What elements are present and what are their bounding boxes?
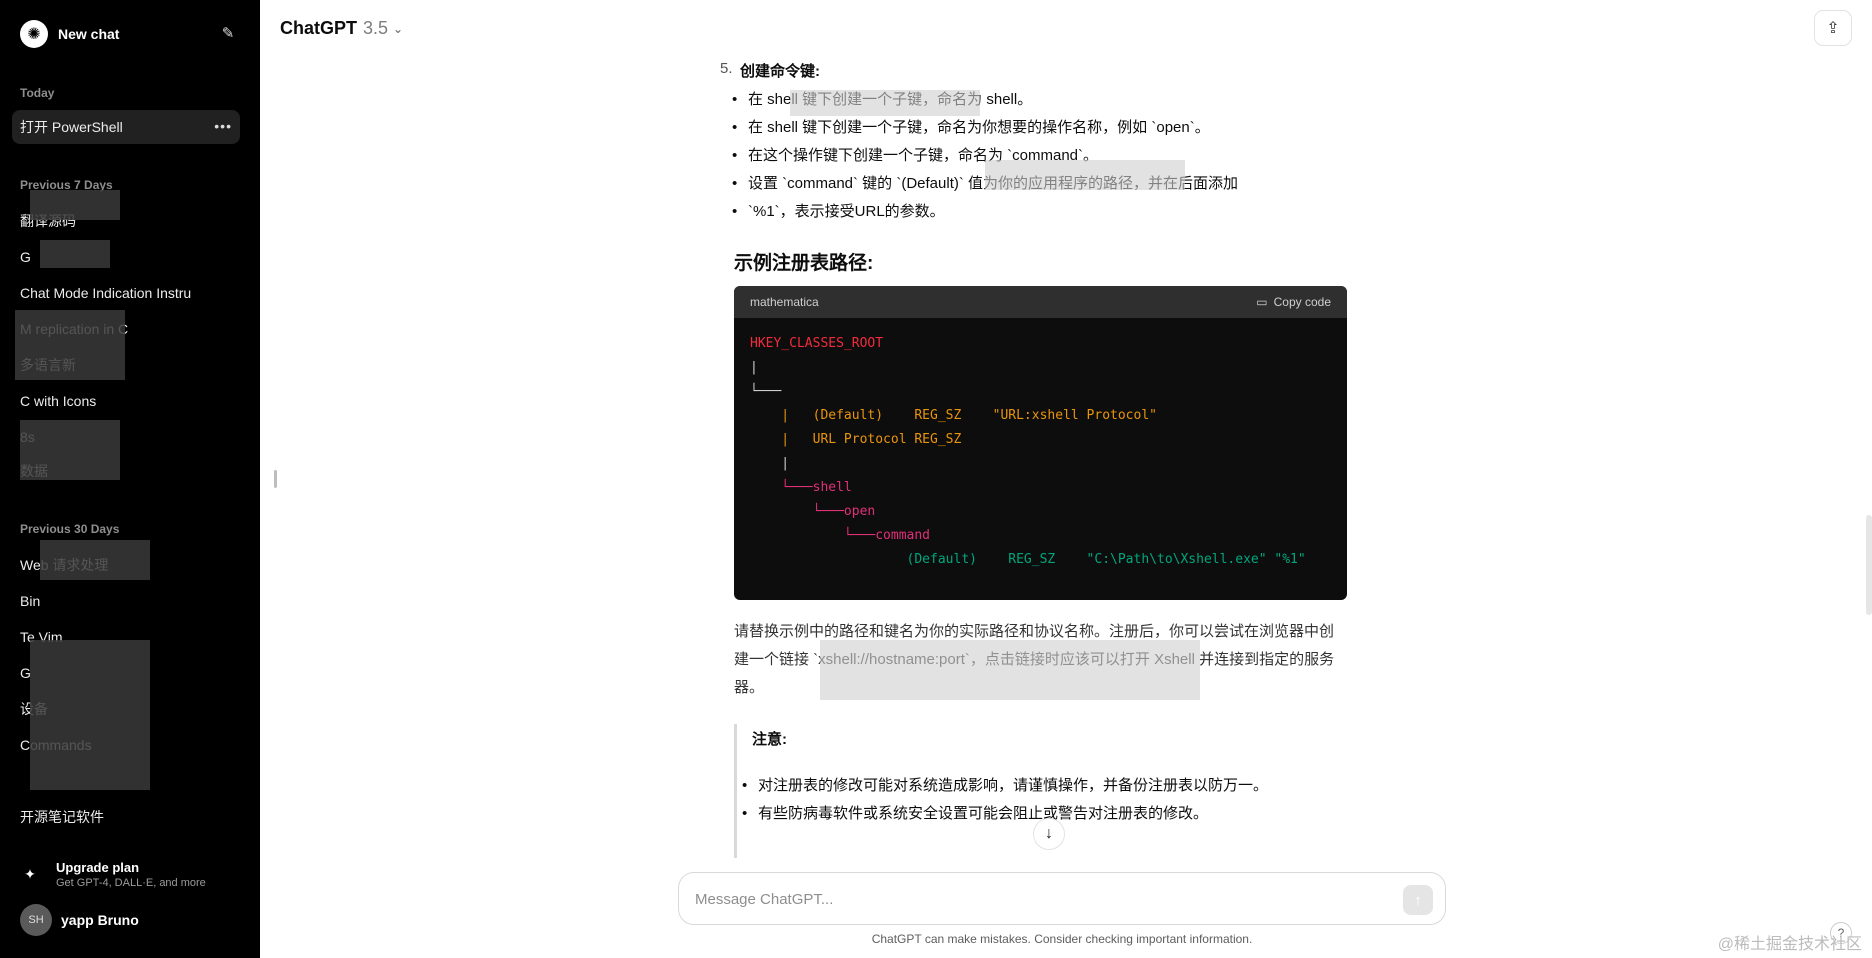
copy-code-button[interactable]: ▭ Copy code [1256, 295, 1331, 309]
upgrade-plan-button[interactable]: ✦ Upgrade plan Get GPT-4, DALL·E, and mo… [12, 852, 248, 896]
message-composer: ↑ [678, 872, 1446, 925]
list-item: 在 shell 键下创建一个子键，命名为你想要的操作名称，例如 `open`。 [732, 114, 1210, 142]
code-line: └───shell [750, 480, 852, 495]
code-line: └───open [750, 504, 876, 519]
sidebar-item-label: 打开 PowerShell [20, 119, 123, 135]
new-chat-button[interactable]: ✺ New chat ✎ [12, 14, 248, 54]
watermark: @稀土掘金技术社区 [1717, 936, 1862, 953]
code-line: └─── [750, 384, 782, 399]
more-options-icon[interactable]: ••• [214, 118, 232, 134]
redaction-blob [20, 420, 120, 480]
sidebar-item[interactable]: C with Icons [12, 384, 240, 418]
list-item: 对注册表的修改可能对系统造成影响，请谨慎操作，并备份注册表以防万一。 [742, 772, 1268, 800]
arrow-up-icon: ↑ [1414, 891, 1422, 909]
share-button[interactable]: ⇪ [1814, 10, 1852, 46]
code-line: └───command [750, 528, 931, 543]
user-name: yapp Bruno [61, 912, 139, 928]
clipboard-icon: ▭ [1256, 295, 1268, 309]
sidebar-resize-handle[interactable] [274, 470, 277, 488]
blockquote-bar [734, 724, 737, 858]
user-menu[interactable]: SH yapp Bruno [12, 900, 248, 940]
code-language: mathematica [750, 295, 819, 309]
code-line: HKEY_CLASSES_ROOT [750, 336, 884, 351]
redaction-blob [820, 640, 1200, 700]
copy-code-label: Copy code [1273, 295, 1331, 309]
message-input[interactable] [695, 885, 1375, 913]
openai-logo-icon: ✺ [20, 20, 48, 48]
sidebar-item[interactable]: Chat Mode Indication Instru [12, 276, 240, 310]
model-version: 3.5 [363, 18, 389, 38]
redaction-blob [30, 190, 120, 220]
redaction-blob [985, 160, 1185, 190]
section-previous-30-days: Previous 30 Days [20, 522, 120, 536]
edit-icon[interactable]: ✎ [218, 24, 238, 44]
redaction-blob [40, 240, 110, 268]
code-line: | (Default) REG_SZ "URL:xshell Protocol" [750, 408, 1157, 423]
redaction-blob [30, 640, 150, 790]
new-chat-label: New chat [58, 26, 120, 42]
code-line: | [750, 360, 758, 375]
upgrade-subtitle: Get GPT-4, DALL·E, and more [56, 876, 206, 889]
redaction-blob [40, 540, 150, 580]
send-button[interactable]: ↑ [1403, 885, 1433, 915]
model-selector[interactable]: ChatGPT 3.5 ⌄ [280, 18, 403, 39]
scroll-to-bottom-button[interactable]: ↓ [1033, 818, 1065, 850]
code-block-header: mathematica ▭ Copy code [734, 286, 1347, 318]
sidebar-item[interactable]: 开源笔记软件 [12, 800, 240, 834]
model-title: ChatGPT [280, 18, 358, 38]
redaction-blob [15, 310, 125, 380]
code-line: (Default) REG_SZ "C:\Path\to\Xshell.exe"… [750, 552, 1306, 567]
section-today: Today [20, 86, 55, 100]
section-heading: 示例注册表路径: [734, 253, 874, 274]
disclaimer: ChatGPT can make mistakes. Consider chec… [871, 932, 1253, 946]
avatar: SH [20, 904, 52, 936]
sidebar: ✺ New chat ✎ Today 打开 PowerShell ••• Pre… [0, 0, 260, 958]
step-title: 创建命令键: [740, 63, 820, 80]
chevron-down-icon: ⌄ [393, 21, 404, 36]
share-icon: ⇪ [1826, 20, 1840, 37]
code-body: HKEY_CLASSES_ROOT | └─── | (Default) REG_S… [734, 318, 1347, 586]
upgrade-title: Upgrade plan [56, 859, 140, 875]
redaction-blob [790, 90, 980, 116]
code-line: | [750, 456, 790, 471]
sidebar-item[interactable]: Bin [12, 584, 240, 618]
sidebar-item-active[interactable]: 打开 PowerShell ••• [12, 110, 240, 144]
arrow-down-icon: ↓ [1045, 825, 1053, 842]
code-block: mathematica ▭ Copy code HKEY_CLASSES_ROO… [734, 286, 1347, 600]
list-item-continuation: `%1`，表示接受URL的参数。 [732, 198, 945, 226]
code-line: | URL Protocol REG_SZ [750, 432, 962, 447]
list-item: 有些防病毒软件或系统安全设置可能会阻止或警告对注册表的修改。 [742, 800, 1208, 828]
step-number: 5. [720, 60, 733, 77]
scrollbar[interactable] [1866, 515, 1872, 615]
note-title: 注意: [752, 731, 787, 748]
list-item-text: `%1`，表示接受URL的参数。 [748, 203, 945, 220]
sparkle-icon: ✦ [24, 865, 36, 882]
